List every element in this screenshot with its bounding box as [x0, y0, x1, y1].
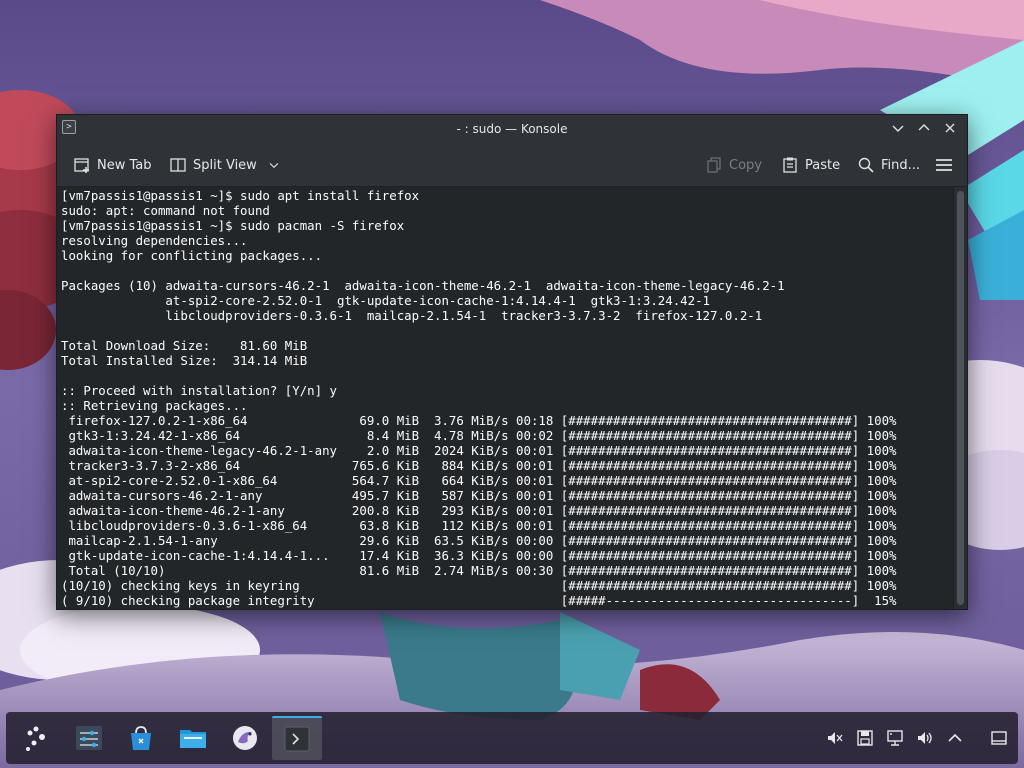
folder-icon [180, 730, 206, 748]
new-tab-button[interactable]: New Tab [73, 153, 152, 177]
task-manager [12, 716, 322, 760]
paste-button[interactable]: Paste [781, 153, 840, 177]
terminal-line: firefox-127.0.2-1-x86_64 69.0 MiB 3.76 M… [61, 413, 897, 428]
terminal-line: [vm7passis1@passis1 ~]$ sudo apt install… [61, 188, 420, 203]
chevron-down-icon [269, 163, 279, 169]
terminal-icon [284, 726, 310, 752]
find-label: Find... [881, 157, 921, 173]
window-titlebar[interactable]: > - : sudo — Konsole [57, 115, 967, 143]
split-view-label: Split View [193, 157, 257, 173]
terminal-line: looking for conflicting packages... [61, 248, 323, 263]
taskbar [6, 712, 1018, 764]
terminal-line: sudo: apt: command not found [61, 203, 270, 218]
discover-launcher[interactable] [116, 716, 166, 760]
split-view-button[interactable]: Split View [169, 153, 281, 177]
konsole-window: > - : sudo — Konsole New Tab Split View … [56, 114, 968, 610]
system-tray [826, 724, 1008, 752]
system-settings-launcher[interactable] [64, 716, 114, 760]
terminal-line: Total (10/10) 81.6 MiB 2.74 MiB/s 00:30 … [61, 563, 897, 578]
find-button[interactable]: Find... [857, 153, 920, 177]
window-controls [889, 119, 959, 137]
terminal-line: Packages (10) adwaita-cursors-46.2-1 adw… [61, 278, 785, 293]
launcher-icon [26, 726, 45, 751]
new-tab-label: New Tab [97, 157, 152, 173]
terminal-line: gtk3-1:3.24.42-1-x86_64 8.4 MiB 4.78 MiB… [61, 428, 897, 443]
application-launcher[interactable] [12, 716, 62, 760]
terminal-line: adwaita-icon-theme-46.2-1-any 200.8 KiB … [61, 503, 897, 518]
scrollbar-thumb[interactable] [957, 191, 964, 605]
speaker-muted-icon [828, 732, 843, 744]
konsole-task[interactable] [272, 716, 322, 760]
paste-label: Paste [805, 157, 841, 173]
terminal-line: :: Retrieving packages... [61, 398, 248, 413]
hamburger-menu-icon [936, 159, 952, 171]
terminal-line: Total Installed Size: 314.14 MiB [61, 353, 308, 368]
copy-label: Copy [729, 157, 762, 173]
terminal-line: :: Proceed with installation? [Y/n] y [61, 383, 338, 398]
mute-toggle[interactable] [826, 729, 844, 747]
speaker-icon [918, 732, 932, 744]
terminal-line: at-spi2-core-2.52.0-1 gtk-update-icon-ca… [61, 293, 711, 308]
chevron-up-icon [918, 124, 930, 131]
terminal-line: (10/10) checking keys in keyring [######… [61, 578, 897, 593]
show-desktop-button[interactable] [990, 729, 1008, 747]
menu-button[interactable] [935, 153, 953, 177]
terminal-line: gtk-update-icon-cache-1:4.14.4-1... 17.4… [61, 548, 897, 563]
tray-expander[interactable] [946, 729, 964, 747]
terminal-line: resolving dependencies... [61, 233, 248, 248]
settings-sliders-icon [76, 726, 102, 750]
close-button[interactable] [941, 119, 959, 137]
network-wired-icon [887, 730, 903, 746]
terminal-line: ( 9/10) checking package integrity [####… [61, 593, 897, 608]
browser-launcher[interactable] [220, 716, 270, 760]
minimize-button[interactable] [889, 119, 907, 137]
network-indicator[interactable] [886, 729, 904, 747]
terminal-line: libcloudproviders-0.3.6-1-x86_64 63.8 Ki… [61, 518, 897, 533]
konsole-toolbar: New Tab Split View Copy Paste Find... [57, 143, 967, 187]
volume-control[interactable] [916, 729, 934, 747]
terminal-line: Total Download Size: 81.60 MiB [61, 338, 308, 353]
terminal-line: libcloudproviders-0.3.6-1 mailcap-2.1.54… [61, 308, 763, 323]
copy-button[interactable]: Copy [705, 153, 762, 177]
search-icon [858, 157, 874, 173]
dolphin-launcher[interactable] [168, 716, 218, 760]
show-desktop-icon [991, 731, 1007, 745]
window-title: - : sudo — Konsole [456, 122, 568, 136]
save-disk-icon [857, 730, 873, 746]
browser-icon [233, 726, 257, 750]
paste-icon [783, 157, 797, 173]
terminal-line: adwaita-cursors-46.2-1-any 495.7 KiB 587… [61, 488, 897, 503]
storage-indicator[interactable] [856, 729, 874, 747]
maximize-button[interactable] [915, 119, 933, 137]
terminal-line: [vm7passis1@passis1 ~]$ sudo pacman -S f… [61, 218, 405, 233]
chevron-down-icon [892, 125, 904, 132]
terminal-line: adwaita-icon-theme-legacy-46.2-1-any 2.0… [61, 443, 897, 458]
close-icon [945, 123, 955, 133]
chevron-up-icon [948, 733, 962, 742]
copy-icon [707, 157, 721, 173]
split-view-icon [170, 158, 186, 172]
new-tab-icon [74, 158, 89, 173]
terminal-line: at-spi2-core-2.52.0-1-x86_64 564.7 KiB 6… [61, 473, 897, 488]
terminal-line: tracker3-3.7.3-2-x86_64 765.6 KiB 884 Ki… [61, 458, 897, 473]
terminal-output[interactable]: [vm7passis1@passis1 ~]$ sudo apt install… [57, 187, 953, 609]
terminal-scrollbar[interactable] [953, 187, 967, 609]
terminal-line: mailcap-2.1.54-1-any 29.6 KiB 63.5 KiB/s… [61, 533, 897, 548]
shopping-bag-icon [131, 726, 151, 750]
